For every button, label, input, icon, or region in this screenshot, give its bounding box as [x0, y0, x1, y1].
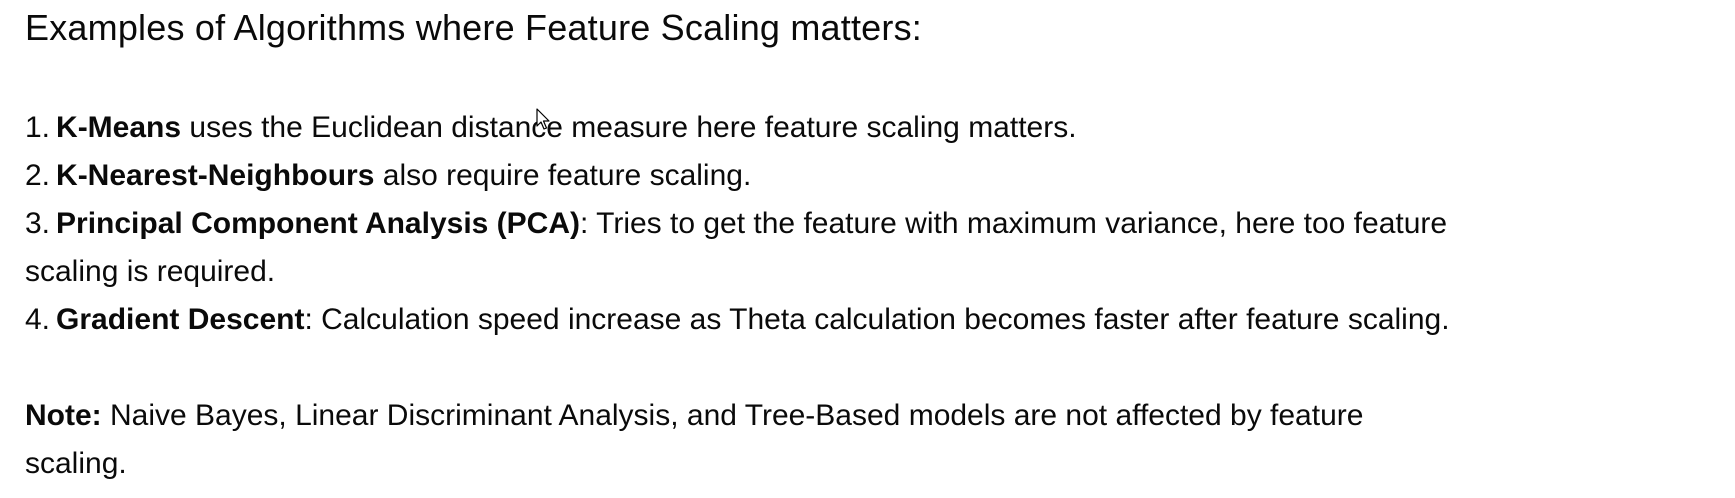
- item-number: 2.: [25, 159, 51, 192]
- slide: Examples of Algorithms where Feature Sca…: [0, 0, 1735, 498]
- slide-title: Examples of Algorithms where Feature Sca…: [25, 7, 922, 48]
- note-text: Naive Bayes, Linear Discriminant Analysi…: [101, 399, 1364, 432]
- item-term: Principal Component Analysis (PCA): [56, 207, 580, 240]
- note-label: Note:: [25, 399, 102, 432]
- note-line: scaling.: [25, 447, 127, 480]
- item-number: 3.: [25, 207, 51, 240]
- item-text: uses the Euclidean distance measure here…: [181, 111, 1077, 144]
- list-item: 2. K-Nearest-Neighbours also require feat…: [25, 152, 1725, 200]
- list-item: 1. K-Means uses the Euclidean distance me…: [25, 104, 1725, 152]
- mouse-pointer-icon: [536, 108, 550, 130]
- item-term: K-Means: [56, 111, 182, 144]
- item-text: also require feature scaling.: [374, 159, 752, 192]
- algorithm-list: 1. K-Means uses the Euclidean distance me…: [25, 104, 1725, 344]
- item-term: Gradient Descent: [56, 303, 305, 336]
- note-line: Note: Naive Bayes, Linear Discriminant A…: [25, 392, 1645, 440]
- item-term: K-Nearest-Neighbours: [56, 159, 375, 192]
- note: Note: Naive Bayes, Linear Discriminant A…: [25, 392, 1645, 488]
- item-text: : Calculation speed increase as Theta ca…: [304, 303, 1450, 336]
- list-item: 4. Gradient Descent: Calculation speed in…: [25, 296, 1725, 344]
- item-text: : Tries to get the feature with maximum …: [580, 207, 1448, 240]
- item-number: 4.: [25, 303, 51, 336]
- list-item-continuation: scaling is required.: [25, 248, 1725, 296]
- item-text: scaling is required.: [25, 255, 276, 288]
- item-number: 1.: [25, 111, 51, 144]
- list-item: 3. Principal Component Analysis (PCA): Tr…: [25, 200, 1725, 248]
